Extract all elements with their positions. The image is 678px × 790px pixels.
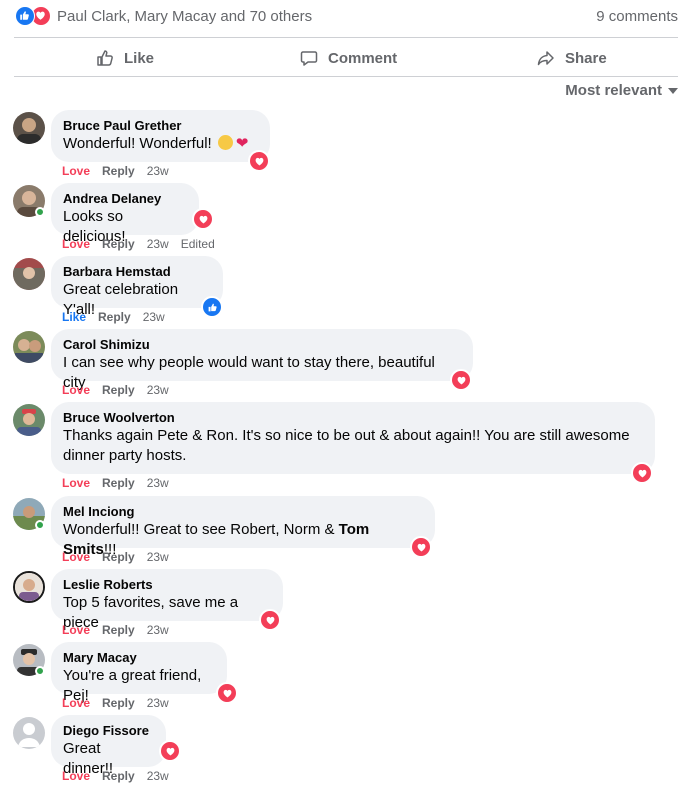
comment-author[interactable]: Mel Inciong bbox=[63, 504, 423, 520]
comment-bubble-icon bbox=[300, 51, 318, 66]
comment-meta: Love Reply 23w Edited bbox=[62, 237, 215, 251]
comment-bubble: Diego Fissore Great dinner!! bbox=[51, 715, 166, 777]
love-reaction-badge-icon[interactable] bbox=[631, 462, 653, 484]
comment-timestamp[interactable]: 23w bbox=[147, 623, 169, 637]
comment-meta: Love Reply 23w bbox=[62, 696, 169, 710]
divider bbox=[14, 37, 678, 38]
reply-link[interactable]: Reply bbox=[102, 623, 135, 637]
comment-meta: Love Reply 23w bbox=[62, 476, 169, 490]
comment-timestamp[interactable]: 23w bbox=[147, 769, 169, 783]
comment-meta: Love Reply 23w bbox=[62, 164, 169, 178]
divider bbox=[14, 76, 678, 77]
comment-author[interactable]: Bruce Woolverton bbox=[63, 410, 643, 426]
reaction-link[interactable]: Love bbox=[62, 476, 90, 490]
comment-bubble: Mary Macay You're a great friend, Pej! bbox=[51, 642, 227, 704]
heart-emoji-icon: ❤ bbox=[235, 135, 249, 152]
like-reaction-badge-icon[interactable] bbox=[201, 296, 223, 318]
comment-timestamp[interactable]: 23w bbox=[147, 383, 169, 397]
avatar[interactable] bbox=[13, 112, 45, 144]
like-button[interactable]: Like bbox=[95, 41, 154, 75]
comment-author[interactable]: Barbara Hemstad bbox=[63, 264, 211, 280]
avatar[interactable] bbox=[13, 258, 45, 290]
comment-timestamp[interactable]: 23w bbox=[147, 237, 169, 251]
comment-text: Wonderful! Wonderful! ❤ bbox=[63, 135, 249, 152]
love-reaction-badge-icon[interactable] bbox=[159, 740, 181, 762]
reaction-link[interactable]: Love bbox=[62, 769, 90, 783]
avatar[interactable] bbox=[13, 571, 45, 603]
comment-meta: Like Reply 23w bbox=[62, 310, 165, 324]
reaction-link[interactable]: Love bbox=[62, 623, 90, 637]
reaction-link[interactable]: Like bbox=[62, 310, 86, 324]
love-reaction-badge-icon[interactable] bbox=[450, 369, 472, 391]
thumbs-up-icon bbox=[97, 50, 113, 66]
comment-bubble: Andrea Delaney Looks so delicious! bbox=[51, 183, 199, 245]
comment-label: Comment bbox=[328, 49, 398, 67]
comment-bubble: Bruce Paul Grether Wonderful! Wonderful!… bbox=[51, 110, 270, 162]
comment-timestamp[interactable]: 23w bbox=[143, 310, 165, 324]
online-status-dot bbox=[35, 207, 45, 217]
comment-timestamp[interactable]: 23w bbox=[147, 550, 169, 564]
comment-text: Thanks again Pete & Ron. It's so nice to… bbox=[63, 427, 630, 464]
avatar[interactable] bbox=[13, 404, 45, 436]
reaction-link[interactable]: Love bbox=[62, 696, 90, 710]
post-actions: Like Comment Share bbox=[14, 41, 678, 75]
sort-label: Most relevant bbox=[565, 82, 662, 99]
reply-link[interactable]: Reply bbox=[102, 237, 135, 251]
comment-meta: Love Reply 23w bbox=[62, 550, 169, 564]
comments-count[interactable]: 9 comments bbox=[596, 8, 678, 25]
reaction-link[interactable]: Love bbox=[62, 237, 90, 251]
edited-label: Edited bbox=[180, 237, 215, 251]
reply-link[interactable]: Reply bbox=[102, 550, 135, 564]
online-status-dot bbox=[35, 666, 45, 676]
reaction-link[interactable]: Love bbox=[62, 383, 90, 397]
comment-author[interactable]: Diego Fissore bbox=[63, 723, 154, 739]
reactions-summary: Paul Clark, Mary Macay and 70 others 9 c… bbox=[0, 0, 678, 33]
love-reaction-badge-icon[interactable] bbox=[410, 536, 432, 558]
reply-link[interactable]: Reply bbox=[102, 769, 135, 783]
comment-button[interactable]: Comment bbox=[299, 41, 397, 75]
like-label: Like bbox=[124, 49, 155, 67]
reaction-link[interactable]: Love bbox=[62, 550, 90, 564]
love-reaction-badge-icon[interactable] bbox=[192, 208, 214, 230]
comment-timestamp[interactable]: 23w bbox=[147, 696, 169, 710]
love-reaction-badge-icon[interactable] bbox=[248, 150, 270, 172]
comment-author[interactable]: Carol Shimizu bbox=[63, 337, 461, 353]
love-reaction-badge-icon[interactable] bbox=[259, 609, 281, 631]
caret-down-icon bbox=[668, 87, 678, 94]
share-arrow-icon bbox=[537, 51, 554, 66]
comment-bubble: Mel Inciong Wonderful!! Great to see Rob… bbox=[51, 496, 435, 558]
reactors-names[interactable]: Paul Clark, Mary Macay and 70 others bbox=[57, 8, 312, 25]
comment-meta: Love Reply 23w bbox=[62, 623, 169, 637]
love-reaction-badge-icon[interactable] bbox=[216, 682, 238, 704]
reply-link[interactable]: Reply bbox=[102, 164, 135, 178]
sort-dropdown[interactable]: Most relevant bbox=[565, 82, 678, 99]
reaction-icons[interactable] bbox=[15, 6, 51, 26]
comment-timestamp[interactable]: 23w bbox=[147, 164, 169, 178]
smile-emoji-icon bbox=[217, 135, 233, 150]
reply-link[interactable]: Reply bbox=[102, 696, 135, 710]
online-status-dot bbox=[35, 520, 45, 530]
comment-author[interactable]: Mary Macay bbox=[63, 650, 215, 666]
comment-timestamp[interactable]: 23w bbox=[147, 476, 169, 490]
share-button[interactable]: Share bbox=[536, 41, 607, 75]
avatar[interactable] bbox=[13, 331, 45, 363]
reaction-link[interactable]: Love bbox=[62, 164, 90, 178]
comment-bubble: Leslie Roberts Top 5 favorites, save me … bbox=[51, 569, 283, 631]
reply-link[interactable]: Reply bbox=[98, 310, 131, 324]
share-label: Share bbox=[565, 49, 607, 67]
avatar[interactable] bbox=[13, 717, 45, 749]
reply-link[interactable]: Reply bbox=[102, 383, 135, 397]
comment-meta: Love Reply 23w bbox=[62, 383, 169, 397]
comment-author[interactable]: Bruce Paul Grether bbox=[63, 118, 258, 134]
comment-author[interactable]: Andrea Delaney bbox=[63, 191, 187, 207]
comment-bubble: Carol Shimizu I can see why people would… bbox=[51, 329, 473, 391]
comment-meta: Love Reply 23w bbox=[62, 769, 169, 783]
comment-bubble: Bruce Woolverton Thanks again Pete & Ron… bbox=[51, 402, 655, 474]
like-reaction-icon bbox=[15, 6, 35, 26]
reply-link[interactable]: Reply bbox=[102, 476, 135, 490]
comment-author[interactable]: Leslie Roberts bbox=[63, 577, 271, 593]
comment-bubble: Barbara Hemstad Great celebration Y'all! bbox=[51, 256, 223, 318]
